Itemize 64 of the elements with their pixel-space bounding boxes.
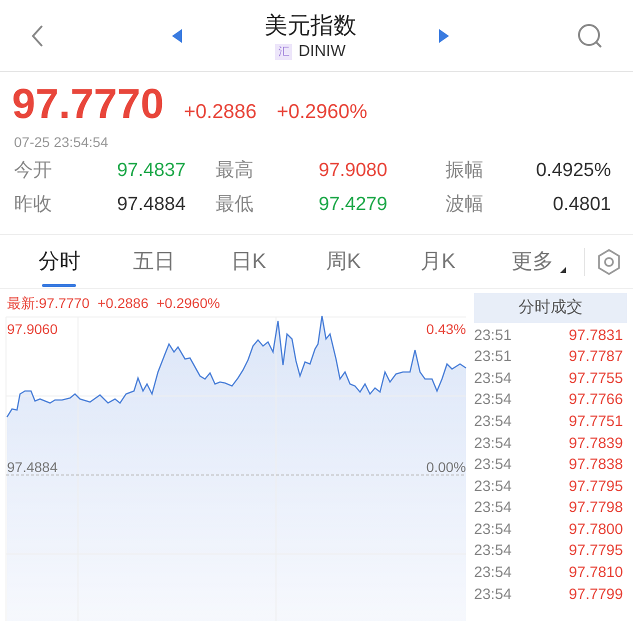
- trade-price: 97.7800: [568, 520, 623, 540]
- latest-price-label: 最新:97.7770: [7, 294, 90, 313]
- market-badge: 汇: [275, 44, 292, 60]
- axis-high-price: 97.9060: [7, 320, 58, 339]
- settings-icon[interactable]: [597, 248, 622, 274]
- back-icon[interactable]: [30, 24, 44, 48]
- stat-label: 波幅: [445, 193, 484, 217]
- trade-price: 97.7831: [568, 326, 623, 346]
- trade-price: 97.7755: [568, 368, 623, 389]
- axis-base-percent: 0.00%: [426, 458, 466, 477]
- trade-time: 23:54: [474, 368, 512, 389]
- stat-value: 0.4801: [552, 193, 611, 217]
- trade-time: 23:54: [474, 412, 512, 432]
- trade-time: 23:54: [474, 434, 512, 454]
- stat-value: 97.4884: [116, 193, 186, 217]
- stat-value: 97.9080: [318, 159, 388, 183]
- trades-header: 分时成交: [474, 293, 627, 323]
- trade-time: 23:54: [474, 455, 512, 476]
- trade-price: 97.7766: [568, 390, 623, 410]
- chart-tab[interactable]: 更多: [485, 234, 580, 288]
- trade-price: 97.7839: [568, 434, 623, 454]
- quote-time: 07-25 23:54:54: [13, 133, 110, 152]
- trade-price: 97.7810: [568, 563, 623, 584]
- stat-label: 昨收: [14, 193, 52, 217]
- trade-time: 23:54: [474, 520, 512, 540]
- trade-time: 23:54: [474, 390, 512, 410]
- trade-time: 23:54: [474, 541, 512, 562]
- stat-value: 0.4925%: [536, 159, 611, 183]
- symbol-code: DINIW: [298, 42, 346, 62]
- trade-time: 23:54: [474, 584, 512, 605]
- stat-label: 最低: [216, 193, 254, 217]
- chart-tab[interactable]: 周K: [296, 234, 391, 288]
- trade-time: 23:51: [474, 347, 512, 368]
- chart-tab[interactable]: 五日: [106, 234, 202, 288]
- page-title: 美元指数: [264, 10, 356, 40]
- trade-time: 23:54: [474, 498, 512, 518]
- stat-label: 最高: [216, 159, 254, 183]
- trade-time: 23:54: [474, 563, 512, 584]
- chart-tab[interactable]: 分时: [12, 234, 107, 288]
- trade-time: 23:51: [474, 326, 512, 346]
- axis-high-percent: 0.43%: [426, 320, 466, 339]
- trade-price: 97.7838: [568, 455, 623, 476]
- trade-price: 97.7795: [568, 476, 623, 497]
- trade-price: 97.7787: [568, 347, 623, 368]
- stat-label: 今开: [14, 159, 52, 183]
- axis-base-price: 97.4884: [7, 458, 58, 477]
- search-icon[interactable]: [577, 22, 603, 48]
- latest-change: +0.2886: [98, 294, 148, 313]
- chart-tab[interactable]: 日K: [201, 234, 296, 288]
- stat-value: 97.4279: [318, 193, 388, 217]
- latest-percent: +0.2960%: [156, 294, 220, 313]
- trade-price: 97.7798: [568, 498, 623, 518]
- trade-price: 97.7795: [568, 541, 623, 562]
- stat-label: 振幅: [445, 159, 484, 183]
- stat-value: 97.4837: [116, 159, 186, 183]
- trade-time: 23:54: [474, 476, 512, 497]
- previous-icon[interactable]: [171, 28, 184, 44]
- price-change: +0.2886: [184, 100, 257, 125]
- chart-tab[interactable]: 月K: [390, 234, 486, 288]
- percent-change: +0.2960%: [276, 100, 368, 125]
- trade-price: 97.7799: [568, 584, 623, 605]
- next-icon[interactable]: [438, 28, 450, 44]
- trade-price: 97.7751: [568, 412, 623, 432]
- current-price: 97.7770: [12, 79, 164, 129]
